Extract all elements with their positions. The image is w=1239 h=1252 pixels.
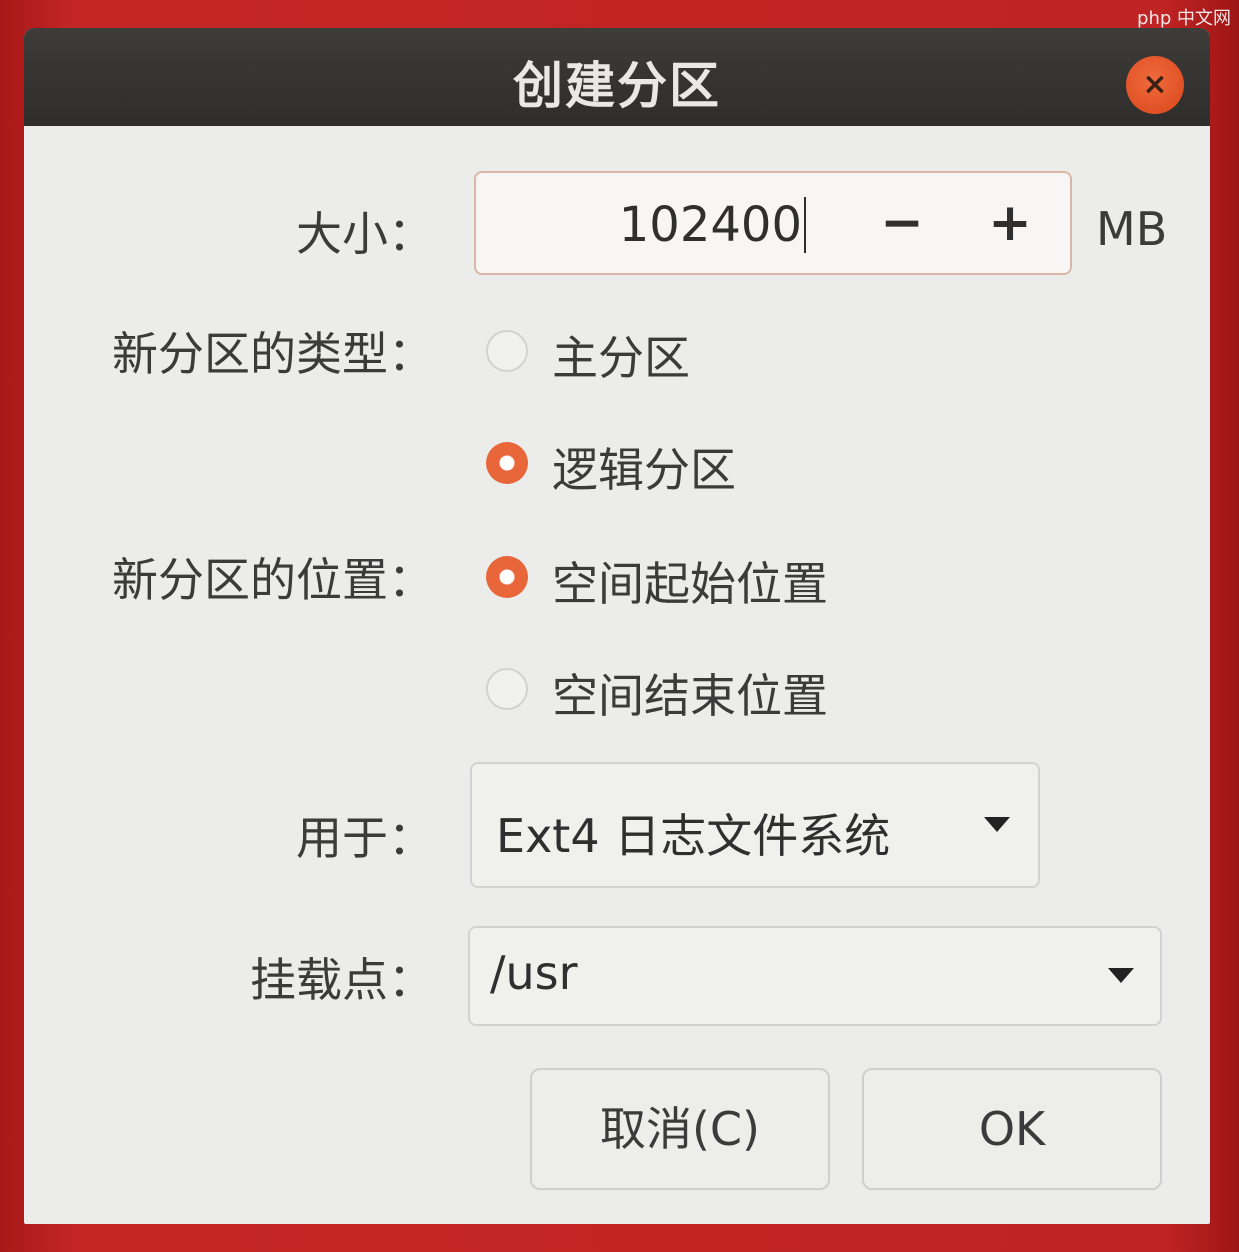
mount-point-value[interactable]: /usr	[490, 946, 578, 1000]
radio-label: 空间起始位置	[552, 557, 828, 611]
close-button[interactable]: ×	[1126, 56, 1184, 114]
create-partition-dialog: 创建分区 × 大小： 102400 − + MB 新分区的类型： 主分区 逻辑分…	[24, 28, 1210, 1224]
close-icon: ×	[1142, 67, 1168, 102]
radio-logical-partition[interactable]: 逻辑分区	[486, 434, 806, 497]
filesystem-dropdown[interactable]: Ext4 日志文件系统	[470, 762, 1040, 888]
cancel-button[interactable]: 取消(C)	[530, 1068, 830, 1190]
radio-button-selected[interactable]	[486, 556, 528, 598]
radio-end-of-space[interactable]: 空间结束位置	[486, 660, 906, 723]
size-unit: MB	[1096, 202, 1168, 256]
watermark: php 中文网	[1137, 8, 1231, 29]
radio-start-of-space[interactable]: 空间起始位置	[486, 548, 906, 611]
chevron-down-icon	[1108, 968, 1134, 983]
mount-point-combobox[interactable]: /usr	[468, 926, 1162, 1026]
radio-label: 主分区	[552, 331, 690, 385]
use-as-label: 用于：	[296, 811, 434, 865]
size-spinbox[interactable]: 102400 − +	[474, 171, 1072, 275]
size-input[interactable]: 102400	[476, 197, 806, 253]
radio-label: 逻辑分区	[552, 443, 736, 497]
dialog-title: 创建分区	[513, 57, 721, 115]
radio-label: 空间结束位置	[552, 669, 828, 723]
partition-position-label: 新分区的位置：	[112, 553, 434, 607]
size-label: 大小：	[296, 207, 434, 261]
titlebar: 创建分区 ×	[24, 28, 1210, 126]
radio-button-selected[interactable]	[486, 442, 528, 484]
increment-button[interactable]: +	[970, 187, 1050, 263]
chevron-down-icon	[984, 817, 1010, 832]
partition-type-label: 新分区的类型：	[112, 327, 434, 381]
mount-point-label: 挂载点：	[250, 953, 434, 1007]
decrement-button[interactable]: −	[862, 187, 942, 263]
radio-button[interactable]	[486, 668, 528, 710]
ok-button[interactable]: OK	[862, 1068, 1162, 1190]
radio-primary-partition[interactable]: 主分区	[486, 322, 786, 385]
radio-button[interactable]	[486, 330, 528, 372]
filesystem-value: Ext4 日志文件系统	[496, 809, 891, 863]
